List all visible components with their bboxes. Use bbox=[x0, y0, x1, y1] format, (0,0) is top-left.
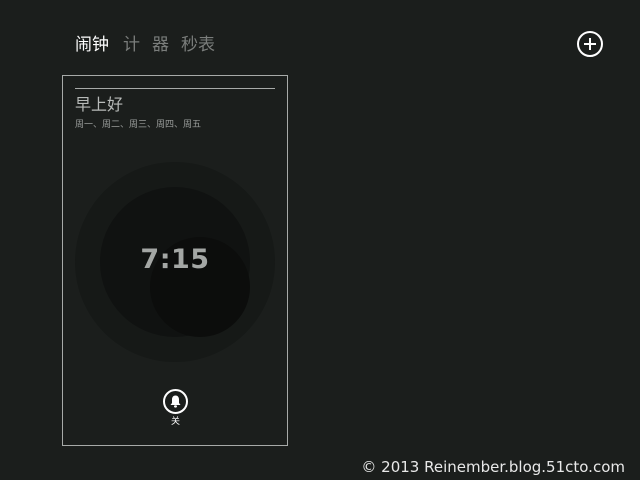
add-alarm-button[interactable] bbox=[577, 31, 603, 57]
watermark: © 2013 Reinember.blog.51cto.com bbox=[361, 458, 625, 476]
tab-timer-part1[interactable]: 计 bbox=[123, 33, 140, 57]
alarm-time: 7:15 bbox=[140, 244, 210, 275]
tab-stopwatch[interactable]: 秒表 bbox=[181, 33, 215, 57]
plus-icon-vertical bbox=[589, 38, 591, 50]
tab-alarm[interactable]: 闹钟 bbox=[75, 33, 109, 57]
alarm-name: 早上好 bbox=[75, 95, 124, 114]
tab-timer-part2[interactable]: 器 bbox=[152, 33, 169, 57]
alarm-repeat-days: 周一、周二、周三、周四、周五 bbox=[75, 120, 202, 130]
alarm-toggle-button[interactable] bbox=[163, 389, 188, 414]
card-divider bbox=[75, 88, 275, 89]
alarm-card[interactable]: 早上好 周一、周二、周三、周四、周五 7:15 关 bbox=[62, 75, 288, 446]
alarm-toggle-label: 关 bbox=[170, 417, 180, 427]
bell-icon bbox=[170, 395, 181, 408]
tab-bar: 闹钟 计 器 秒表 bbox=[75, 32, 227, 58]
